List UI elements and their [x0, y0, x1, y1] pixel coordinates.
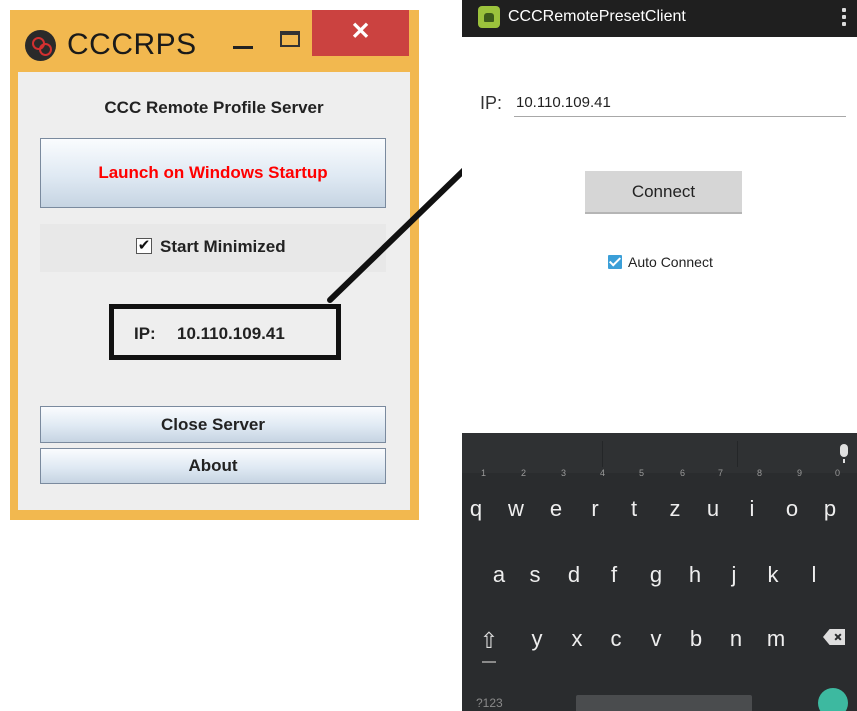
key-5[interactable]: z6	[658, 468, 692, 535]
key-number-hint: 8	[757, 468, 763, 478]
key-2[interactable]: e3	[539, 468, 573, 535]
key-b[interactable]: b	[679, 611, 713, 665]
key-d[interactable]: d	[557, 547, 591, 601]
shift-key[interactable]: ⇧	[472, 621, 506, 663]
ip-highlight-box: IP: 10.110.109.41	[109, 304, 341, 360]
launch-on-startup-button[interactable]: Launch on Windows Startup	[40, 138, 386, 208]
key-s[interactable]: s	[518, 547, 552, 601]
key-number-hint: 9	[797, 468, 803, 478]
key-l[interactable]: l	[797, 547, 831, 601]
key-x[interactable]: x	[560, 611, 594, 665]
mic-icon[interactable]	[840, 444, 848, 463]
close-icon: ✕	[350, 18, 371, 45]
minimize-button[interactable]	[225, 20, 261, 60]
key-h[interactable]: h	[678, 547, 712, 601]
backspace-icon[interactable]	[823, 629, 845, 645]
server-heading: CCC Remote Profile Server	[104, 98, 324, 117]
key-j[interactable]: j	[717, 547, 751, 601]
key-number-hint: 4	[600, 468, 606, 478]
key-c[interactable]: c	[599, 611, 633, 665]
key-0[interactable]: q1	[462, 468, 493, 535]
auto-connect-label[interactable]: Auto Connect	[628, 254, 713, 270]
key-3[interactable]: r4	[578, 468, 612, 535]
key-number-hint: 2	[521, 468, 527, 478]
close-server-button[interactable]: Close Server	[40, 406, 386, 443]
enter-icon[interactable]	[818, 688, 848, 711]
cccrps-window: CCCRPS ✕ CCC Remote Profile Server Launc…	[10, 10, 419, 520]
key-number-hint: 3	[561, 468, 567, 478]
server-ip-value: 10.110.109.41	[177, 324, 285, 343]
android-app-title: CCCRemotePresetClient	[508, 8, 686, 25]
server-ip-label: IP:	[134, 324, 156, 343]
symbols-key[interactable]: ?123	[476, 696, 503, 710]
window-title: CCCRPS	[67, 28, 197, 61]
app-logo-icon	[25, 30, 56, 61]
key-n[interactable]: n	[719, 611, 753, 665]
android-phone-screen: CCCRemotePresetClient IP: Connect Auto C…	[462, 0, 857, 711]
key-number-hint: 5	[639, 468, 645, 478]
soft-keyboard: q1w2e3r4t5z6u7i8o9p0 asdfghjkl yxcvbnm ⇧…	[462, 433, 857, 711]
key-v[interactable]: v	[639, 611, 673, 665]
window-close-button[interactable]: ✕	[312, 10, 409, 56]
space-key[interactable]	[576, 695, 752, 711]
key-9[interactable]: p0	[813, 468, 847, 535]
window-client-area: CCC Remote Profile Server Launch on Wind…	[18, 72, 410, 510]
key-number-hint: 7	[718, 468, 724, 478]
key-y[interactable]: y	[520, 611, 554, 665]
android-app-icon	[478, 6, 500, 28]
key-1[interactable]: w2	[499, 468, 533, 535]
client-ip-label: IP:	[480, 93, 503, 113]
connect-button[interactable]: Connect	[585, 171, 742, 214]
key-k[interactable]: k	[756, 547, 790, 601]
key-number-hint: 0	[835, 468, 841, 478]
start-minimized-row: ✔ Start Minimized	[40, 224, 386, 272]
key-8[interactable]: o9	[775, 468, 809, 535]
key-number-hint: 1	[481, 468, 487, 478]
key-4[interactable]: t5	[617, 468, 651, 535]
key-f[interactable]: f	[597, 547, 631, 601]
auto-connect-checkbox[interactable]	[608, 255, 622, 269]
key-6[interactable]: u7	[696, 468, 730, 535]
key-g[interactable]: g	[639, 547, 673, 601]
key-a[interactable]: a	[482, 547, 516, 601]
android-content: IP: Connect Auto Connect	[462, 37, 857, 433]
overflow-menu-icon[interactable]	[841, 6, 847, 30]
action-bar: CCCRemotePresetClient	[462, 0, 857, 37]
key-number-hint: 6	[680, 468, 686, 478]
maximize-button[interactable]	[272, 20, 308, 60]
start-minimized-checkbox[interactable]: ✔	[136, 238, 152, 254]
ip-address-input[interactable]	[514, 89, 846, 117]
key-m[interactable]: m	[759, 611, 793, 665]
key-7[interactable]: i8	[735, 468, 769, 535]
start-minimized-label[interactable]: Start Minimized	[160, 237, 286, 257]
window-titlebar[interactable]: CCCRPS ✕	[10, 10, 419, 72]
about-button[interactable]: About	[40, 448, 386, 484]
